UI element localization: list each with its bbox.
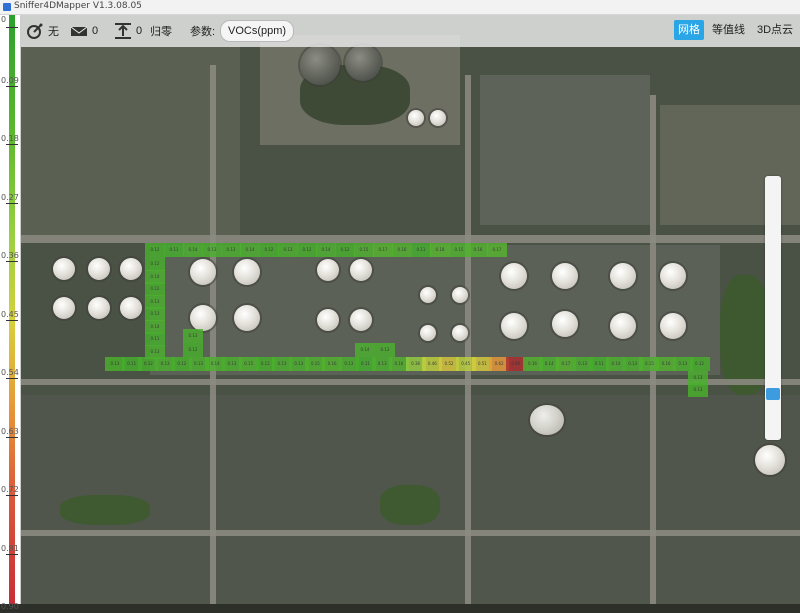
scale-tick-label: 0.63 [1, 426, 19, 436]
storage-tank [317, 309, 339, 331]
scale-tick-label: 0 [1, 15, 7, 24]
storage-tank [234, 259, 260, 285]
title-bar: Sniffer4DMapper V1.3.08.05 [0, 0, 800, 15]
scale-tick-label: 0.27 [1, 192, 19, 202]
map-trees [720, 275, 770, 395]
storage-tank [610, 263, 636, 289]
map-district-nw [20, 45, 240, 235]
scale-tick-line [6, 144, 18, 145]
scale-tick-line [6, 85, 18, 87]
storage-tank [53, 258, 75, 280]
envelope-icon [70, 22, 88, 40]
window-title: Sniffer4DMapper V1.3.08.05 [14, 1, 142, 11]
storage-tank [350, 309, 372, 331]
mail-count: 0 [92, 25, 99, 37]
map-road [20, 379, 800, 385]
satellite-dish-icon [26, 22, 44, 40]
storage-tank [420, 287, 436, 303]
storage-tank [501, 313, 527, 339]
upload-count: 0 [136, 25, 143, 37]
map-road [20, 235, 800, 243]
storage-tank [408, 110, 424, 126]
height-slider[interactable] [765, 176, 781, 440]
storage-tank [660, 313, 686, 339]
map-district-ne [480, 75, 650, 225]
view-grid-button[interactable]: 网格 [674, 20, 704, 40]
scale-tick-label: 0.54 [1, 368, 19, 377]
route-label: 无 [48, 26, 59, 38]
storage-tank [120, 258, 142, 280]
slider-thumb[interactable] [766, 388, 780, 400]
color-scale: 0 0.09 0.18 0.27 0.36 0.45 0.54 0.63 0.72 0.81 0.9… [0, 15, 21, 613]
scale-tick-line [6, 319, 18, 321]
scale-tick-label: 0.36 [1, 251, 19, 260]
scale-tick-label: 0.18 [1, 134, 19, 143]
scale-tick-label: 0.09 [1, 75, 19, 85]
scale-tick-line [6, 553, 18, 555]
app-icon [3, 3, 11, 11]
map-road [650, 95, 656, 604]
storage-tank [300, 45, 340, 85]
map-trees [60, 495, 150, 525]
storage-tank [501, 263, 527, 289]
scale-tick-label: 0.81 [1, 543, 19, 553]
scale-tick-line [6, 27, 18, 28]
param-label: 参数: [190, 26, 216, 38]
scale-tick-line [6, 202, 18, 204]
scale-tick-label: 0.45 [1, 309, 19, 319]
storage-tank [430, 110, 446, 126]
storage-tank [420, 325, 436, 341]
map-road [465, 75, 471, 604]
toolbar: 无 0 0 归零 参数: VOCs(ppm) 网格 等值线 3D点云 [20, 15, 800, 47]
scale-tick-label: 0.72 [1, 485, 19, 494]
storage-tank [88, 297, 110, 319]
route-control[interactable]: 无 [26, 15, 59, 47]
map-trees [380, 485, 440, 525]
storage-tank [552, 311, 578, 337]
upload-icon [114, 22, 132, 40]
view-contour-button[interactable]: 等值线 [708, 20, 749, 40]
map-road [20, 530, 800, 536]
map-road [210, 65, 216, 604]
scale-tick-line [6, 378, 18, 379]
storage-tank [120, 297, 142, 319]
reset-button[interactable]: 归零 [150, 15, 172, 47]
storage-tank [234, 305, 260, 331]
scale-tick-line [6, 495, 18, 496]
upload-control[interactable]: 0 [114, 15, 142, 47]
storage-tank [53, 297, 75, 319]
storage-tank [190, 259, 216, 285]
storage-tank [190, 305, 216, 331]
storage-tank [552, 263, 578, 289]
storage-tank [345, 45, 381, 81]
view-pointcloud-button[interactable]: 3D点云 [753, 20, 797, 40]
param-select[interactable]: VOCs(ppm) [220, 20, 295, 42]
storage-tank [452, 325, 468, 341]
scale-tick-label: 0.90 [1, 602, 19, 611]
storage-tank [88, 258, 110, 280]
mail-control[interactable]: 0 [70, 15, 98, 47]
storage-tank [610, 313, 636, 339]
scale-tick-line [6, 436, 18, 438]
storage-tank [452, 287, 468, 303]
storage-tank [755, 445, 785, 475]
storage-tank [317, 259, 339, 281]
steam-plume [530, 405, 564, 435]
storage-tank [660, 263, 686, 289]
storage-tank [350, 259, 372, 281]
satellite-map[interactable] [20, 15, 800, 604]
scale-tick-line [6, 261, 18, 262]
